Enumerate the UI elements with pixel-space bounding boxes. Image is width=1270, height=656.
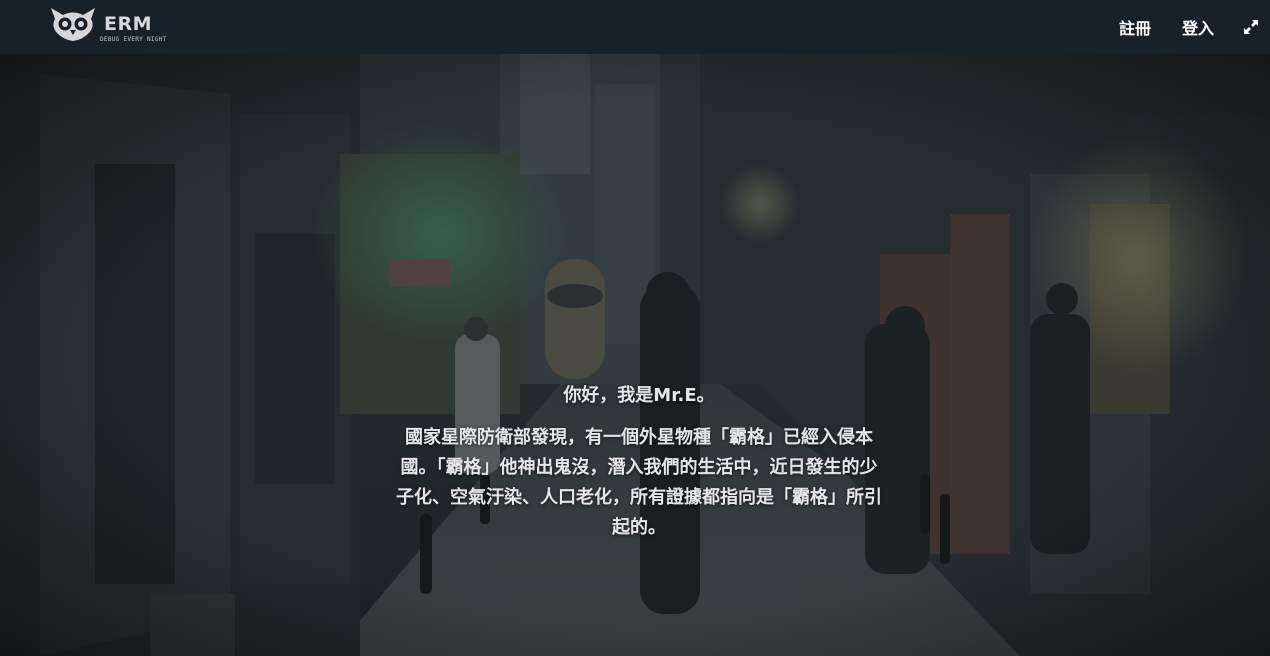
brand-name: ERM (104, 13, 153, 35)
greeting-text: 你好，我是Mr.E。 (563, 385, 715, 406)
hero-background-image (0, 54, 1270, 656)
intro-text-block: 你好，我是Mr.E。 國家星際防衛部發現，有一個外星物種「霸格」已經入侵本國。「… (395, 381, 883, 543)
register-link[interactable]: 註冊 (1119, 15, 1151, 39)
owl-icon (48, 6, 98, 46)
nav-links: 註冊 登入 (1119, 0, 1270, 54)
top-navbar: ERM DEBUG EVERY NIGHT 註冊 登入 (0, 0, 1270, 54)
hero-section: 你好，我是Mr.E。 國家星際防衛部發現，有一個外星物種「霸格」已經入侵本國。「… (0, 54, 1270, 656)
brand-tagline: DEBUG EVERY NIGHT (100, 36, 167, 43)
expand-icon[interactable] (1240, 16, 1262, 38)
brand-logo[interactable]: ERM DEBUG EVERY NIGHT (48, 7, 166, 45)
story-text: 國家星際防衛部發現，有一個外星物種「霸格」已經入侵本國。「霸格」他神出鬼沒，潛入… (396, 427, 882, 538)
login-link[interactable]: 登入 (1182, 15, 1214, 39)
